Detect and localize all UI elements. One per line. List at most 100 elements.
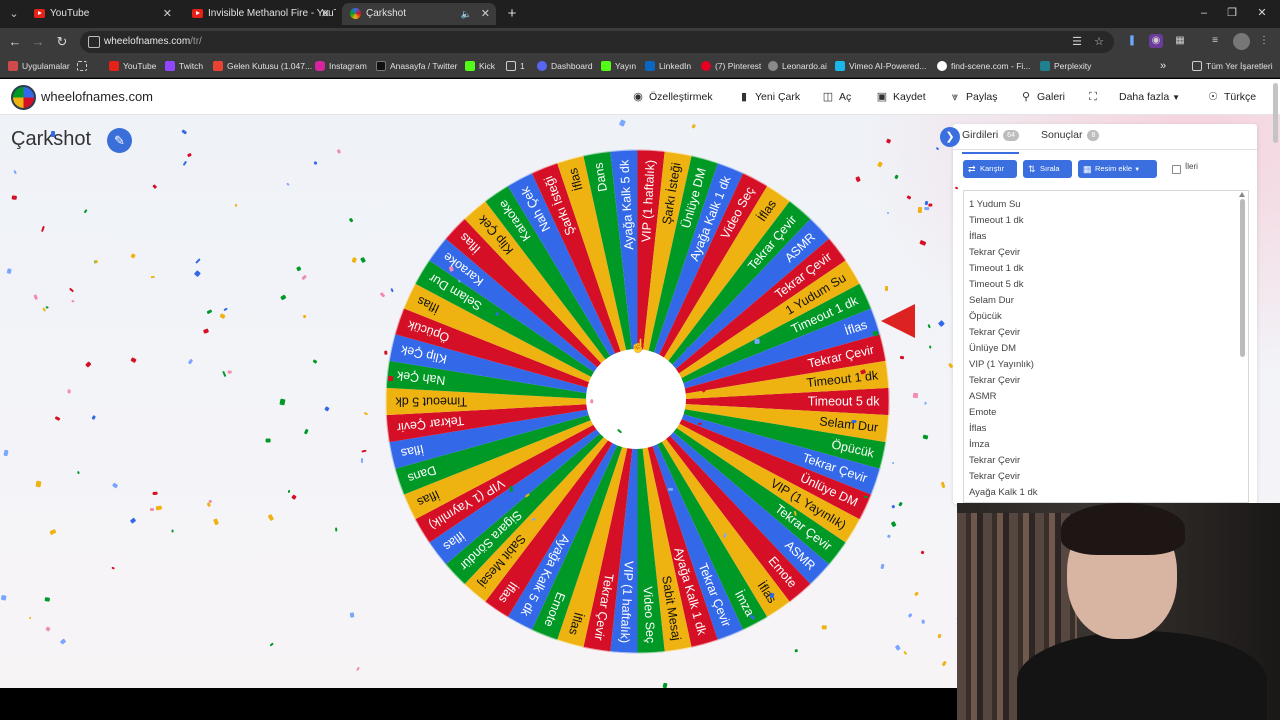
menu-new-wheel[interactable]: ▮ Yeni Çark — [738, 79, 800, 115]
menu-language[interactable]: ☉ Türkçe — [1207, 79, 1256, 115]
entry-line[interactable]: VIP (1 Yayınlık) — [969, 357, 1034, 373]
minimize-icon[interactable]: – — [1196, 5, 1212, 21]
menu-share[interactable]: ⩔ Paylaş — [949, 79, 998, 115]
bookmark-label: Perplexity — [1054, 61, 1092, 71]
entry-line[interactable]: Timeout 1 dk — [969, 213, 1024, 229]
bookmark-twitter[interactable]: Anasayfa / Twitter — [376, 55, 457, 78]
extension-icon[interactable]: ◉ — [1149, 34, 1163, 48]
scroll-up-icon[interactable] — [1239, 192, 1245, 197]
confetti-piece — [941, 481, 946, 489]
bookmark-vimeo[interactable]: Vimeo AI-Powered... — [835, 55, 926, 78]
entry-line[interactable]: Ayağa Kalk 1 dk — [969, 485, 1037, 501]
tab-title: YouTube — [50, 8, 90, 19]
bookmark-leonardo[interactable]: Leonardo.ai — [768, 55, 827, 78]
entry-line[interactable]: Ünlüye DM — [969, 341, 1016, 357]
speaker-icon[interactable]: 🔈 — [461, 3, 472, 25]
reload-icon[interactable]: ↻ — [53, 33, 71, 51]
menu-dots-icon[interactable]: ⋮ — [1257, 34, 1271, 48]
entry-line[interactable]: Timeout 5 dk — [969, 277, 1024, 293]
new-tab-button[interactable]: + — [503, 5, 521, 23]
edit-title-button[interactable]: ✎ — [107, 128, 132, 153]
bookmark-pinterest[interactable]: (7) Pinterest — [701, 55, 761, 78]
extension-icon[interactable]: ❚ — [1125, 34, 1139, 48]
entries-textarea[interactable]: 1 Yudum Su Timeout 1 dk İflas Tekrar Çevir T… — [963, 190, 1249, 503]
add-image-button[interactable]: ▦ Resim ekle ▼ — [1078, 160, 1157, 178]
site-info-icon[interactable] — [88, 36, 100, 48]
bookmark-yayin[interactable]: Yayın — [601, 55, 636, 78]
confetti-piece — [351, 257, 357, 263]
bookmark-twitch[interactable]: Twitch — [165, 55, 203, 78]
entry-line[interactable]: Tekrar Çevir — [969, 373, 1020, 389]
entries-scrollbar[interactable] — [1240, 199, 1245, 357]
browser-tab-methanol[interactable]: Invisible Methanol Fire - YouTube ✕ — [184, 3, 336, 25]
bookmark-gmail[interactable]: Gelen Kutusu (1.047... — [213, 55, 312, 78]
address-bar[interactable]: wheelofnames.com/tr/ ☰ ☆ — [80, 31, 1114, 53]
confetti-piece — [356, 666, 361, 672]
entry-line[interactable]: Tekrar Çevir — [969, 453, 1020, 469]
kick-icon — [465, 61, 475, 71]
tab-entries-label: Girdileri — [962, 129, 999, 141]
browser-tab-carkshot[interactable]: Çarkshot 🔈 ✕ — [342, 3, 496, 25]
menu-save[interactable]: ▣ Kaydet — [876, 79, 926, 115]
menu-label: Paylaş — [966, 91, 998, 103]
confetti-piece — [193, 270, 201, 277]
bookmark-linkedin[interactable]: LinkedIn — [645, 55, 691, 78]
confetti-piece — [11, 195, 17, 201]
bookmarks-overflow-icon[interactable]: » — [1160, 55, 1166, 78]
browser-tab-youtube[interactable]: YouTube ✕ — [26, 3, 178, 25]
confetti-piece — [754, 338, 760, 345]
shuffle-button[interactable]: ⇄ Karıştır — [963, 160, 1017, 178]
bookmark-instagram[interactable]: Instagram — [315, 55, 367, 78]
profile-avatar[interactable] — [1233, 33, 1250, 50]
bookmark-grid[interactable] — [77, 55, 91, 78]
entry-line[interactable]: İmza — [969, 437, 990, 453]
bookmark-youtube[interactable]: YouTube — [109, 55, 156, 78]
tab-search-chevron-icon[interactable]: ⌄ — [6, 6, 22, 22]
entry-line[interactable]: Selam Dur — [969, 293, 1014, 309]
bookmark-dashboard[interactable]: Dashboard — [537, 55, 593, 78]
bookmark-kick[interactable]: Kick — [465, 55, 495, 78]
entry-line[interactable]: İflas — [969, 229, 986, 245]
restore-icon[interactable]: ❐ — [1224, 5, 1240, 21]
close-tab-icon[interactable]: ✕ — [321, 3, 330, 25]
entry-line[interactable]: Tekrar Çevir — [969, 245, 1020, 261]
close-tab-icon[interactable]: ✕ — [163, 3, 172, 25]
entry-line[interactable]: Öpücük — [969, 309, 1002, 325]
all-bookmarks[interactable]: Tüm Yer İşaretleri — [1192, 55, 1273, 78]
menu-open[interactable]: ◫ Aç — [822, 79, 851, 115]
page-scrollbar[interactable] — [1273, 83, 1278, 143]
menu-customize[interactable]: ◉ Özelleştirmek — [632, 79, 712, 115]
confetti-piece — [71, 300, 75, 303]
fullscreen-button[interactable]: ⛶ — [1087, 79, 1101, 115]
advanced-checkbox[interactable] — [1172, 165, 1181, 174]
entry-line[interactable]: Tekrar Çevir — [969, 469, 1020, 485]
entry-line[interactable]: İflas — [969, 421, 986, 437]
confetti-piece — [821, 625, 827, 630]
translate-icon[interactable]: ☰ — [1070, 35, 1084, 49]
window-close-icon[interactable]: ✕ — [1254, 5, 1270, 21]
back-icon[interactable]: ← — [6, 33, 24, 51]
menu-gallery[interactable]: ⚲ Galeri — [1020, 79, 1065, 115]
entry-line[interactable]: 1 Yudum Su — [969, 197, 1021, 213]
collapse-panel-button[interactable]: ❯ — [940, 127, 960, 147]
site-brand[interactable]: wheelofnames.com — [41, 79, 153, 115]
entry-line[interactable]: Timeout 1 dk — [969, 261, 1024, 277]
star-icon[interactable]: ☆ — [1092, 35, 1106, 49]
site-logo[interactable] — [11, 85, 36, 110]
wheel[interactable]: Timeout 5 dk Selam Dur Öpücük Tekrar Çevir Ü… — [385, 149, 890, 654]
wheel-center-hub[interactable] — [586, 349, 686, 449]
sort-button[interactable]: ⇅ Sırala — [1023, 160, 1072, 178]
confetti-piece — [928, 345, 932, 349]
bookmark-find-scene[interactable]: find-scene.com - Fi... — [937, 55, 1030, 78]
menu-more[interactable]: Daha fazla ▼ — [1119, 79, 1180, 115]
bookmark-folder-1[interactable]: 1 — [506, 55, 525, 78]
entry-line[interactable]: Tekrar Çevir — [969, 325, 1020, 341]
bookmark-perplexity[interactable]: Perplexity — [1040, 55, 1091, 78]
bookmark-apps[interactable]: Uygulamalar — [8, 55, 70, 78]
media-control-icon[interactable]: ≡ — [1208, 34, 1222, 48]
extensions-puzzle-icon[interactable]: ▦ — [1173, 34, 1187, 48]
entry-line[interactable]: ASMR — [969, 389, 996, 405]
forward-icon[interactable]: → — [29, 33, 47, 51]
close-tab-icon[interactable]: ✕ — [481, 3, 490, 25]
entry-line[interactable]: Emote — [969, 405, 996, 421]
